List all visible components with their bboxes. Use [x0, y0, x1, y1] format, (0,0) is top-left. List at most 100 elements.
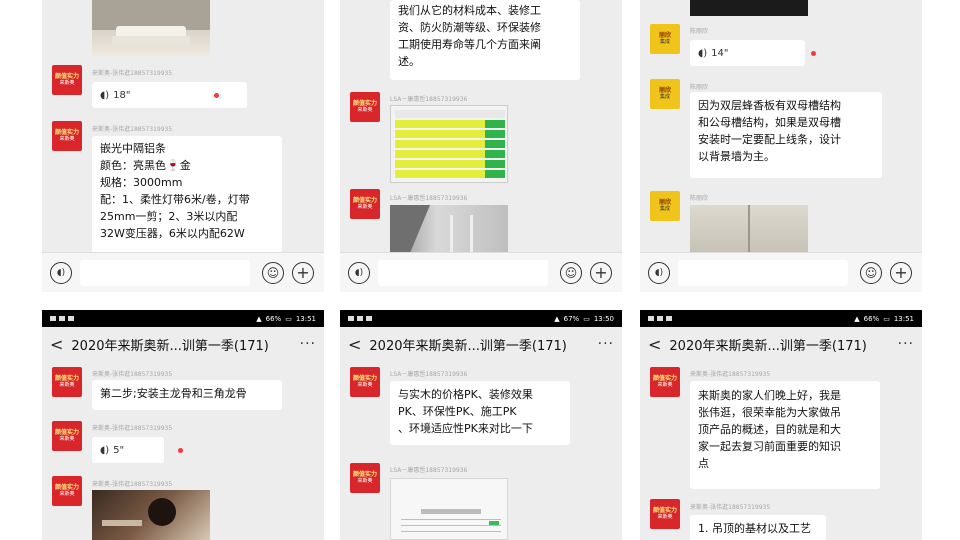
- avatar[interactable]: 颜值实力 来斯奥: [650, 367, 680, 397]
- avatar[interactable]: 丽欣 集成: [650, 24, 680, 54]
- avatar[interactable]: 颜值实力 来斯奥: [52, 476, 82, 506]
- message-line: 因为双层蜂香板有双母槽结构: [698, 99, 841, 112]
- plus-icon[interactable]: +: [590, 262, 612, 284]
- message-line: 32W变压器，6米以内配62W: [100, 227, 245, 240]
- voice-duration: 14": [711, 47, 729, 59]
- chat-panel-3: 丽欣 集成 陈丽欣 ◖) 14" 丽欣 集成 陈丽欣 因为双层蜂香板有双母槽结构…: [640, 0, 922, 292]
- text-message[interactable]: 因为双层蜂香板有双母槽结构 和公母槽结构，如果是双母槽 安装时一定要配上线条，设…: [690, 92, 882, 178]
- message-line: 嵌光中隔铝条: [100, 142, 166, 155]
- avatar[interactable]: 颜值实力 来斯奥: [52, 121, 82, 151]
- avatar[interactable]: 颜值实力 来斯奥: [52, 367, 82, 397]
- avatar-text: 颜值实力: [652, 375, 677, 382]
- clock: 13:51: [893, 314, 914, 323]
- emoji-icon[interactable]: ☺: [262, 262, 284, 284]
- avatar-text: 颜值实力: [54, 484, 79, 491]
- message-line: PK、环保性PK、施工PK: [398, 405, 517, 418]
- voice-icon[interactable]: ◖): [50, 262, 72, 284]
- emoji-icon[interactable]: ☺: [860, 262, 882, 284]
- back-chevron-icon[interactable]: <: [348, 335, 361, 354]
- avatar[interactable]: 颜值实力 来斯奥: [350, 463, 380, 493]
- message-line: 25mm一剪；2、3米以内配: [100, 210, 238, 223]
- message-input[interactable]: [678, 260, 848, 286]
- message-line: 家一起去复习前面重要的知识: [698, 440, 841, 453]
- chat-panel-6: ▲ 66% ▭ 13:51 < 2020年来斯奥新...训第一季(171) ··…: [640, 310, 922, 540]
- unread-dot: [214, 93, 219, 98]
- sender-name: 来斯奥-张伟逛18857319935: [92, 70, 173, 77]
- image-message-sofa[interactable]: [92, 0, 210, 56]
- text-message[interactable]: 1. 吊顶的基材以及工艺: [690, 515, 826, 540]
- signal-icon: ▲: [256, 314, 262, 323]
- sender-name: 来斯奥-张伟逛18857319935: [690, 504, 771, 511]
- sender-name: LSA－康惠哲18857319936: [390, 96, 468, 103]
- emoji-icon[interactable]: ☺: [560, 262, 582, 284]
- text-message[interactable]: 第二步;安装主龙骨和三角龙骨: [92, 380, 282, 410]
- image-message-install[interactable]: [92, 490, 210, 540]
- avatar-subtext: 来斯奥: [657, 514, 673, 520]
- status-icons: [648, 316, 672, 321]
- image-message-ceiling[interactable]: [390, 205, 508, 253]
- input-bar: ◖) ☺ +: [42, 252, 324, 292]
- avatar-text: 颜值实力: [54, 375, 79, 382]
- voice-icon[interactable]: ◖): [348, 262, 370, 284]
- message-input[interactable]: [378, 260, 548, 286]
- avatar-text: 颜值实力: [352, 375, 377, 382]
- signal-icon: ▲: [554, 314, 560, 323]
- avatar[interactable]: 丽欣 集成: [650, 79, 680, 109]
- message-line: 顶产品的概述，目的就是和大: [698, 423, 841, 436]
- image-message-table[interactable]: [390, 105, 508, 183]
- avatar[interactable]: 颜值实力 来斯奥: [52, 421, 82, 451]
- voice-message[interactable]: ◖) 5": [92, 437, 164, 463]
- sender-name: LSA－康惠哲18857319936: [390, 195, 468, 202]
- back-chevron-icon[interactable]: <: [50, 335, 63, 354]
- battery-icon: ▭: [285, 314, 292, 323]
- avatar[interactable]: 丽欣 集成: [650, 191, 680, 221]
- avatar-subtext: 集成: [659, 94, 670, 100]
- avatar-text: 颜值实力: [352, 471, 377, 478]
- chat-title: 2020年来斯奥新...训第一季(171): [669, 338, 867, 354]
- plus-icon[interactable]: +: [292, 262, 314, 284]
- text-message[interactable]: 与实木的价格PK、装修效果 PK、环保性PK、施工PK 、环境适应性PK来对比一…: [390, 381, 570, 445]
- voice-icon[interactable]: ◖): [648, 262, 670, 284]
- more-dots-icon[interactable]: ···: [598, 336, 614, 352]
- voice-wave-icon: ◖): [698, 47, 708, 59]
- avatar[interactable]: 颜值实力 来斯奥: [350, 367, 380, 397]
- image-message-panel[interactable]: [690, 205, 808, 253]
- more-dots-icon[interactable]: ···: [300, 336, 316, 352]
- more-dots-icon[interactable]: ···: [898, 336, 914, 352]
- avatar[interactable]: 颜值实力 来斯奥: [350, 92, 380, 122]
- battery-level: 66%: [265, 314, 282, 323]
- text-message[interactable]: 我们从它的材料成本、装修工 资、防火防潮等级、环保装修 工期使用寿命等几个方面来…: [390, 0, 580, 80]
- avatar-subtext: 来斯奥: [59, 80, 75, 86]
- avatar[interactable]: 颜值实力 来斯奥: [650, 499, 680, 529]
- image-message-dark[interactable]: [690, 0, 808, 16]
- install-photo: [102, 498, 176, 526]
- message-line: 和公母槽结构，如果是双母槽: [698, 116, 841, 129]
- avatar-subtext: 来斯奥: [59, 382, 75, 388]
- chat-panel-4: ▲ 66% ▭ 13:51 < 2020年来斯奥新...训第一季(171) ··…: [42, 310, 324, 540]
- text-message[interactable]: 来斯奥的家人们晚上好，我是 张伟逛，很荣幸能为大家做吊 顶产品的概述，目的就是和…: [690, 381, 880, 489]
- chat-title-bar: < 2020年来斯奥新...训第一季(171) ···: [42, 327, 324, 361]
- sender-name: 来斯奥-张伟逛18857319935: [92, 481, 173, 488]
- image-message-table[interactable]: [390, 478, 508, 540]
- sender-name: 陈丽欣: [690, 28, 709, 35]
- unread-dot: [811, 51, 816, 56]
- voice-message[interactable]: ◖) 18": [92, 82, 247, 108]
- voice-message[interactable]: ◖) 14": [690, 40, 805, 66]
- message-line: 、环境适应性PK来对比一下: [398, 422, 533, 435]
- avatar[interactable]: 颜值实力 来斯奥: [52, 65, 82, 95]
- back-chevron-icon[interactable]: <: [648, 335, 661, 354]
- text-message[interactable]: 嵌光中隔铝条 颜色：亮黑色🍷金 规格：3000mm 配：1、柔性灯带6米/卷，灯…: [92, 136, 282, 253]
- message-line: 述。: [398, 55, 420, 68]
- chat-panel-1: 颜值实力 来斯奥 来斯奥-张伟逛18857319935 ◖) 18" 颜值实力 …: [42, 0, 324, 292]
- battery-icon: ▭: [883, 314, 890, 323]
- message-text: 第二步;安装主龙骨和三角龙骨: [100, 387, 247, 400]
- battery-icon: ▭: [583, 314, 590, 323]
- avatar[interactable]: 颜值实力 来斯奥: [350, 189, 380, 219]
- message-input[interactable]: [80, 260, 250, 286]
- message-line: 安装时一定要配上线条，设计: [698, 133, 841, 146]
- avatar-text: 颜值实力: [54, 73, 79, 80]
- battery-level: 67%: [563, 314, 580, 323]
- ceiling-photo: [390, 205, 473, 253]
- voice-wave-icon: ◖): [100, 89, 110, 101]
- plus-icon[interactable]: +: [890, 262, 912, 284]
